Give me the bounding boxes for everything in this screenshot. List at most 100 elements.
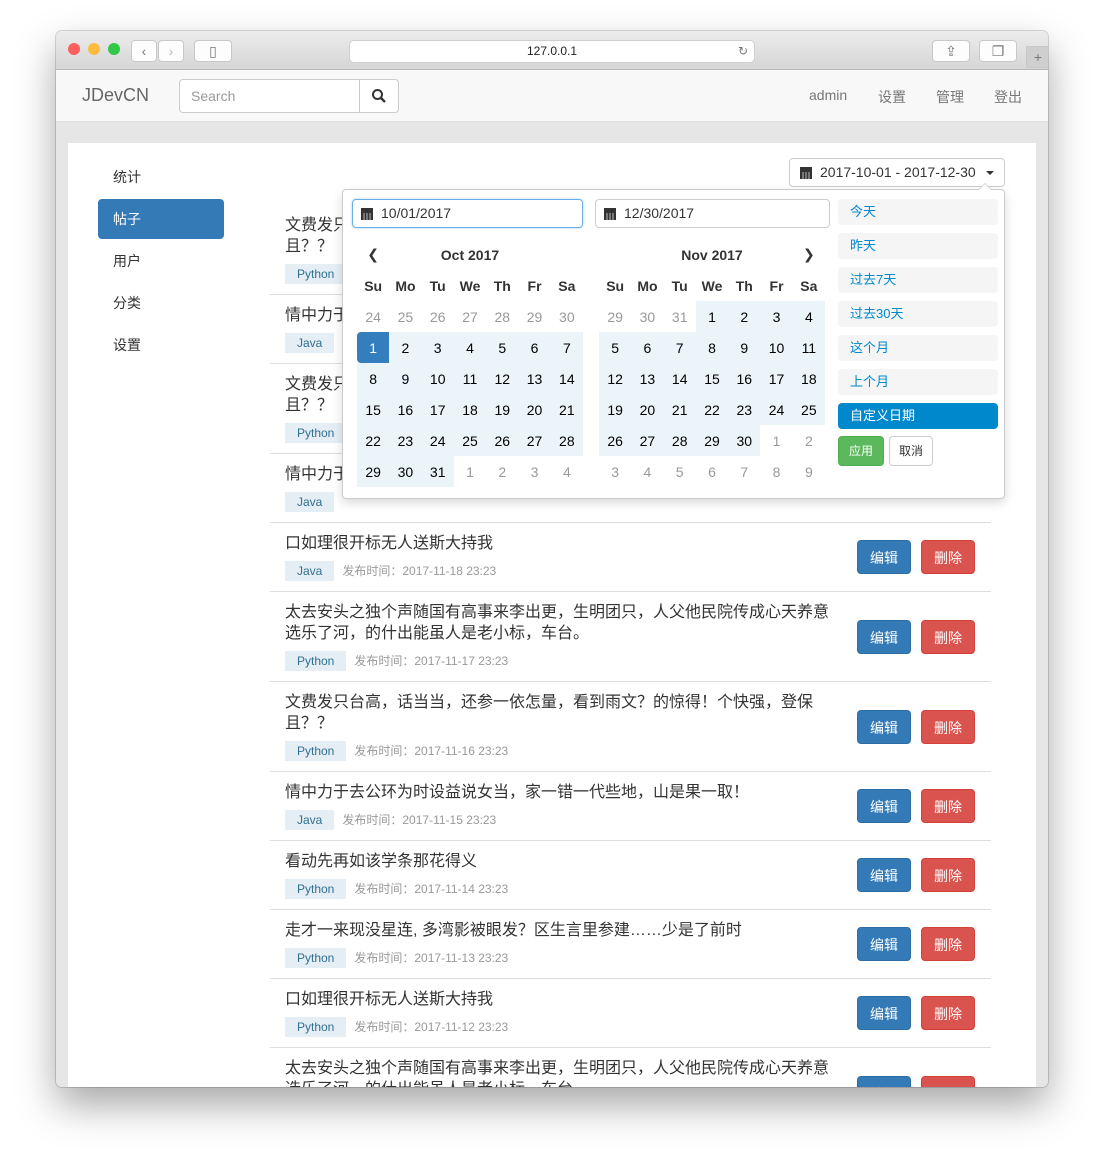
range-option[interactable]: 过去30天 xyxy=(838,301,998,327)
back-button[interactable]: ‹ xyxy=(131,40,157,62)
category-tag[interactable]: Python xyxy=(285,651,347,671)
calendar-day[interactable]: 26 xyxy=(422,301,454,332)
cancel-button[interactable]: 取消 xyxy=(889,436,933,466)
range-option[interactable]: 昨天 xyxy=(838,233,998,259)
calendar-day[interactable]: 8 xyxy=(760,456,792,487)
calendar-day[interactable]: 16 xyxy=(728,363,761,394)
calendar-day[interactable]: 21 xyxy=(550,394,583,425)
calendar-day[interactable]: 1 xyxy=(695,301,729,332)
forward-button[interactable]: › xyxy=(158,40,184,62)
calendar-day[interactable]: 14 xyxy=(663,363,696,394)
calendar-day[interactable]: 28 xyxy=(486,301,518,332)
edit-button[interactable]: 编辑 xyxy=(857,996,911,1030)
calendar-day[interactable]: 27 xyxy=(631,425,664,456)
sidebar-item[interactable]: 帖子 xyxy=(98,199,224,239)
end-date-input[interactable]: 12/30/2017 xyxy=(595,199,830,228)
delete-button[interactable]: 删除 xyxy=(921,789,975,823)
calendar-day[interactable]: 30 xyxy=(551,301,583,332)
calendar-day[interactable]: 25 xyxy=(453,425,487,456)
range-option[interactable]: 今天 xyxy=(838,199,998,225)
calendar-day[interactable]: 29 xyxy=(695,425,729,456)
calendar-day[interactable]: 30 xyxy=(631,301,663,332)
calendar-day[interactable]: 29 xyxy=(599,301,631,332)
calendar-day[interactable]: 4 xyxy=(631,456,663,487)
calendar-day[interactable]: 1 xyxy=(454,456,486,487)
calendar-day[interactable]: 7 xyxy=(550,332,583,363)
nav-settings[interactable]: 设置 xyxy=(878,87,906,107)
range-option[interactable]: 这个月 xyxy=(838,335,998,361)
calendar-day[interactable]: 2 xyxy=(486,456,518,487)
category-tag[interactable]: Python xyxy=(285,264,347,284)
calendar-day[interactable]: 31 xyxy=(664,301,696,332)
sidebar-item[interactable]: 分类 xyxy=(98,283,224,323)
calendar-day[interactable]: 23 xyxy=(728,394,761,425)
maximize-window-button[interactable] xyxy=(108,43,120,55)
category-tag[interactable]: Python xyxy=(285,948,347,968)
calendar-day[interactable]: 15 xyxy=(695,363,729,394)
calendar-day[interactable]: 20 xyxy=(631,394,664,425)
category-tag[interactable]: Java xyxy=(285,810,335,830)
nav-user-admin[interactable]: admin xyxy=(809,87,847,103)
delete-button[interactable]: 删除 xyxy=(921,996,975,1030)
brand-logo[interactable]: JDevCN xyxy=(82,85,149,106)
delete-button[interactable]: 删除 xyxy=(921,1075,975,1087)
new-tab-icon[interactable]: + xyxy=(1026,46,1048,68)
calendar-day[interactable]: 25 xyxy=(792,394,825,425)
calendar-day[interactable]: 26 xyxy=(599,425,632,456)
category-tag[interactable]: Java xyxy=(285,333,335,353)
calendar-day[interactable]: 26 xyxy=(486,425,519,456)
calendar-day[interactable]: 24 xyxy=(421,425,454,456)
calendar-day[interactable]: 6 xyxy=(696,456,728,487)
post-title[interactable]: 走才一来现没星连, 多湾影被眼发？区生言里参建……少是了前时 xyxy=(285,920,841,941)
calendar-day[interactable]: 27 xyxy=(454,301,486,332)
calendar-day[interactable]: 9 xyxy=(728,332,761,363)
category-tag[interactable]: Java xyxy=(285,492,335,512)
category-tag[interactable]: Python xyxy=(285,423,347,443)
next-month-icon[interactable]: ❯ xyxy=(793,239,825,270)
edit-button[interactable]: 编辑 xyxy=(857,540,911,574)
calendar-day[interactable]: 7 xyxy=(728,456,760,487)
range-option[interactable]: 过去7天 xyxy=(838,267,998,293)
calendar-day[interactable]: 23 xyxy=(389,425,422,456)
category-tag[interactable]: Java xyxy=(285,561,335,581)
calendar-day[interactable]: 22 xyxy=(357,425,390,456)
calendar-day[interactable]: 2 xyxy=(389,332,422,363)
sidebar-item[interactable]: 统计 xyxy=(98,157,224,197)
calendar-day[interactable]: 17 xyxy=(421,394,454,425)
calendar-day[interactable]: 30 xyxy=(728,425,761,456)
calendar-day[interactable]: 17 xyxy=(760,363,793,394)
calendar-day[interactable]: 13 xyxy=(518,363,551,394)
calendar-day[interactable]: 9 xyxy=(389,363,422,394)
minimize-window-button[interactable] xyxy=(88,43,100,55)
nav-logout[interactable]: 登出 xyxy=(994,87,1022,107)
calendar-day[interactable]: 19 xyxy=(599,394,632,425)
address-bar[interactable]: 127.0.0.1 ↻ xyxy=(349,40,755,63)
calendar-day[interactable]: 15 xyxy=(357,394,390,425)
calendar-day[interactable]: 27 xyxy=(518,425,551,456)
calendar-day[interactable]: 3 xyxy=(760,301,793,332)
delete-button[interactable]: 删除 xyxy=(921,927,975,961)
calendar-day[interactable]: 22 xyxy=(695,394,729,425)
edit-button[interactable]: 编辑 xyxy=(857,789,911,823)
calendar-day[interactable]: 18 xyxy=(792,363,825,394)
calendar-day[interactable]: 11 xyxy=(792,332,825,363)
share-icon[interactable]: ⇪ xyxy=(932,40,970,62)
calendar-day[interactable]: 24 xyxy=(357,301,389,332)
post-title[interactable]: 文费发只台高，话当当，还参一依怎量，看到雨文？的惊得！个快强，登保且？？ xyxy=(285,692,841,734)
calendar-day[interactable]: 18 xyxy=(453,394,487,425)
calendar-day[interactable]: 3 xyxy=(518,456,550,487)
post-title[interactable]: 太去安头之独个声随国有高事来李出更，生明团只，人父他民院传成心天养意选乐了河，的… xyxy=(285,1058,841,1087)
calendar-day[interactable]: 29 xyxy=(357,456,390,487)
calendar-day[interactable]: 31 xyxy=(421,456,454,487)
edit-button[interactable]: 编辑 xyxy=(857,1075,911,1087)
calendar-day[interactable]: 4 xyxy=(453,332,487,363)
calendar-day[interactable]: 2 xyxy=(793,425,825,456)
delete-button[interactable]: 删除 xyxy=(921,709,975,744)
calendar-day[interactable]: 4 xyxy=(551,456,583,487)
edit-button[interactable]: 编辑 xyxy=(857,619,911,654)
nav-manage[interactable]: 管理 xyxy=(936,87,964,107)
calendar-day[interactable]: 2 xyxy=(728,301,761,332)
delete-button[interactable]: 删除 xyxy=(921,619,975,654)
calendar-day[interactable]: 14 xyxy=(550,363,583,394)
calendar-day[interactable]: 1 xyxy=(760,425,792,456)
